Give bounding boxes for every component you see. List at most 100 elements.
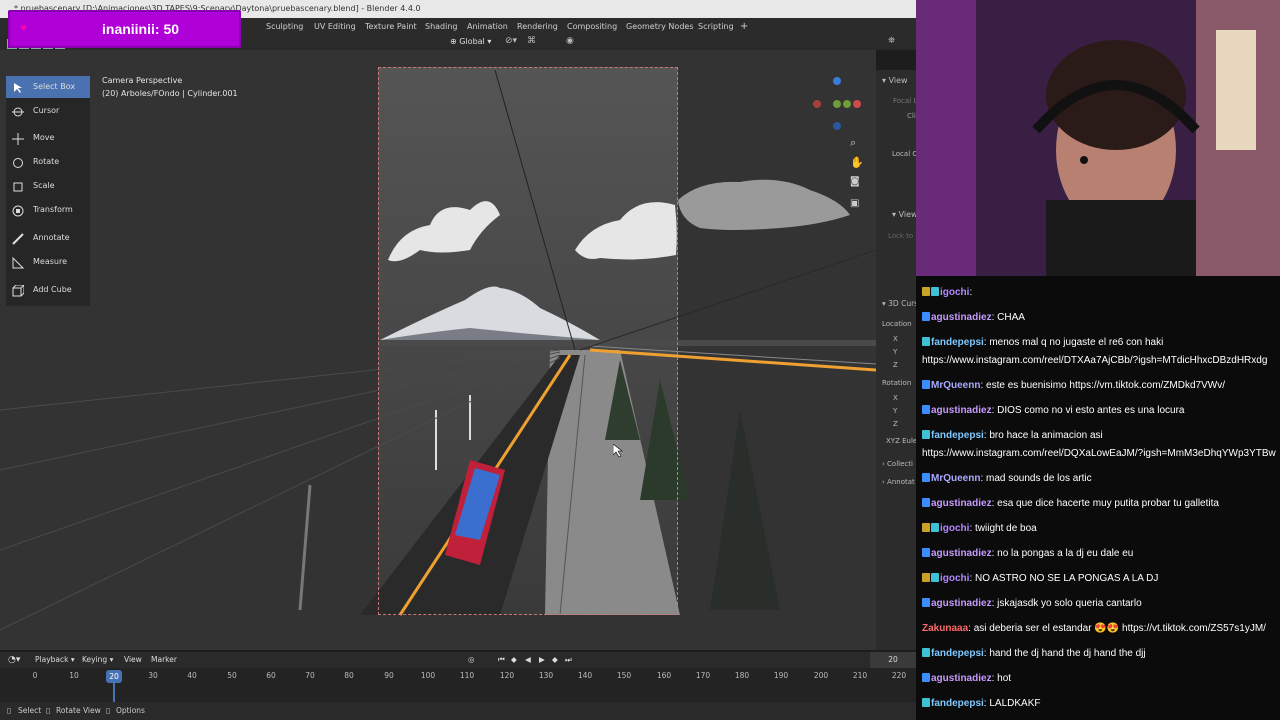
rotation-mode-dropdown[interactable]: XYZ Eule	[886, 437, 917, 445]
timeline[interactable]: 0 10 30 40 50 60 70 80 90 100 110 120 13…	[0, 668, 916, 702]
toolbar: Select Box Cursor Move Rotate Scale Tran…	[6, 76, 90, 306]
status-select: Select	[18, 706, 42, 715]
jump-start-icon[interactable]: ⏮	[498, 652, 505, 668]
lock-icon[interactable]: ▣	[850, 198, 859, 209]
chat-username[interactable]: MrQueenn	[931, 473, 980, 484]
add-cube-icon	[12, 284, 26, 297]
rotation-y-field[interactable]: Y	[893, 407, 897, 415]
rotation-z-field[interactable]: Z	[893, 420, 898, 428]
chat-text: : NO ASTRO NO SE LA PONGAS A LA DJ	[969, 573, 1159, 584]
timeline-tick: 30	[148, 671, 158, 680]
chat-message: MrQueenn: mad sounds de los artic	[922, 470, 1276, 488]
camera-frame	[378, 67, 678, 615]
chat-username[interactable]: fandepepsi	[931, 648, 984, 659]
timeline-tick: 160	[656, 671, 672, 680]
editor-type-icon[interactable]: ◔▾	[8, 652, 20, 668]
play-reverse-icon[interactable]: ◀	[525, 652, 531, 668]
current-frame-field[interactable]: 20	[870, 652, 916, 668]
tool-measure[interactable]: Measure	[6, 251, 90, 273]
chat-message: igochi: twiight de boa	[922, 520, 1276, 538]
marker-menu[interactable]: Marker	[151, 652, 177, 668]
timeline-tick: 10	[69, 671, 79, 680]
panel-view-title: View	[888, 76, 908, 85]
mouse-left-icon: ▯	[7, 706, 12, 715]
tab-scripting[interactable]: Scripting	[698, 18, 734, 36]
chat-username[interactable]: fandepepsi	[931, 337, 984, 348]
panel-3d-cursor-header[interactable]: ▾ 3D Curs	[882, 299, 918, 308]
tool-select-box[interactable]: Select Box	[6, 76, 90, 98]
chat-message: fandepepsi: LALDKAKF	[922, 695, 1276, 713]
transform-orientation-dropdown[interactable]: ⊕ Global ▾	[450, 37, 491, 46]
chat-username[interactable]: agustinadiez	[931, 312, 992, 323]
camera-view-icon[interactable]: ◙	[850, 176, 860, 187]
chat-message: agustinadiez: no la pongas a la dj eu da…	[922, 545, 1276, 563]
rotation-label: Rotation	[882, 379, 912, 387]
panel-annotations-header[interactable]: › Annotat	[882, 478, 915, 486]
tab-sculpting[interactable]: Sculpting	[266, 18, 303, 36]
add-workspace-button[interactable]: +	[740, 18, 748, 36]
tab-rendering[interactable]: Rendering	[517, 18, 558, 36]
chat-username[interactable]: igochi	[940, 287, 969, 298]
playback-menu[interactable]: Playback ▾	[35, 652, 75, 668]
snap-icon[interactable]: ⌘	[527, 36, 536, 46]
chat-username[interactable]: MrQueenn	[931, 380, 980, 391]
chat-username[interactable]: fandepepsi	[931, 698, 984, 709]
chat-username[interactable]: Zakunaaa	[922, 623, 968, 634]
playhead[interactable]: 20	[106, 670, 122, 683]
prev-keyframe-icon[interactable]: ◆	[511, 652, 517, 668]
timeline-tick: 70	[305, 671, 315, 680]
tool-cursor[interactable]: Cursor	[6, 100, 90, 122]
record-icon[interactable]: ◎	[468, 652, 475, 668]
rotation-x-field[interactable]: X	[893, 394, 898, 402]
gizmo-toggle-icon[interactable]: ⛯	[888, 36, 895, 46]
chat-username[interactable]: igochi	[940, 523, 969, 534]
location-z-field[interactable]: Z	[893, 361, 898, 369]
tool-label: Rotate	[33, 157, 60, 166]
chat-message: agustinadiez: DIOS como no vi esto antes…	[922, 402, 1276, 420]
chat-message: fandepepsi: bro hace la animacion asi	[922, 427, 1276, 445]
tool-scale[interactable]: Scale	[6, 175, 90, 197]
chat-username[interactable]: agustinadiez	[931, 673, 992, 684]
tool-move[interactable]: Move	[6, 127, 90, 149]
timeline-tick: 90	[384, 671, 394, 680]
chat-username[interactable]: igochi	[940, 573, 969, 584]
tab-uv-editing[interactable]: UV Editing	[314, 18, 356, 36]
tool-rotate[interactable]: Rotate	[6, 151, 90, 173]
play-icon[interactable]: ▶	[539, 652, 545, 668]
tab-geometry-nodes[interactable]: Geometry Nodes	[626, 18, 693, 36]
proportional-edit-icon[interactable]: ◉	[566, 36, 574, 46]
navigation-gizmo[interactable]	[812, 74, 868, 134]
chat-username[interactable]: agustinadiez	[931, 548, 992, 559]
panel-view-subheader[interactable]: ▾ View	[892, 210, 918, 219]
tab-shading[interactable]: Shading	[425, 18, 458, 36]
chat-username[interactable]: agustinadiez	[931, 598, 992, 609]
tool-add-cube[interactable]: Add Cube	[6, 279, 90, 301]
chat-text: : CHAA	[991, 312, 1025, 323]
transform-icon	[12, 204, 24, 217]
keying-menu[interactable]: Keying ▾	[82, 652, 113, 668]
tab-texture-paint[interactable]: Texture Paint	[365, 18, 417, 36]
panel-collections-header[interactable]: › Collecti	[882, 460, 913, 468]
chat-message: igochi: NO ASTRO NO SE LA PONGAS A LA DJ	[922, 570, 1276, 588]
zoom-icon[interactable]: ⌕	[850, 136, 856, 150]
chat-username[interactable]: agustinadiez	[931, 405, 992, 416]
tool-label: Measure	[33, 257, 67, 266]
location-x-field[interactable]: X	[893, 335, 898, 343]
next-keyframe-icon[interactable]: ◆	[552, 652, 558, 668]
chat-username[interactable]: fandepepsi	[931, 430, 984, 441]
chat-message-continuation: https://www.instagram.com/reel/DTXAa7AjC…	[922, 352, 1276, 370]
pivot-icon[interactable]: ⊘▾	[505, 36, 517, 46]
tool-transform[interactable]: Transform	[6, 199, 90, 221]
location-y-field[interactable]: Y	[893, 348, 897, 356]
chat-username[interactable]: agustinadiez	[931, 498, 992, 509]
tool-annotate[interactable]: Annotate	[6, 227, 90, 249]
jump-end-icon[interactable]: ⏭	[565, 652, 572, 668]
chat-link[interactable]: https://www.instagram.com/reel/DTXAa7AjC…	[922, 355, 1267, 366]
tab-animation[interactable]: Animation	[467, 18, 508, 36]
webcam-feed	[916, 0, 1280, 276]
panel-view-header[interactable]: ▾ View	[882, 76, 908, 85]
tab-compositing[interactable]: Compositing	[567, 18, 617, 36]
pan-hand-icon[interactable]: ✋	[850, 156, 864, 169]
chat-link[interactable]: https://www.instagram.com/reel/DQXaLowEa…	[922, 448, 1276, 459]
view-menu[interactable]: View	[124, 652, 142, 668]
